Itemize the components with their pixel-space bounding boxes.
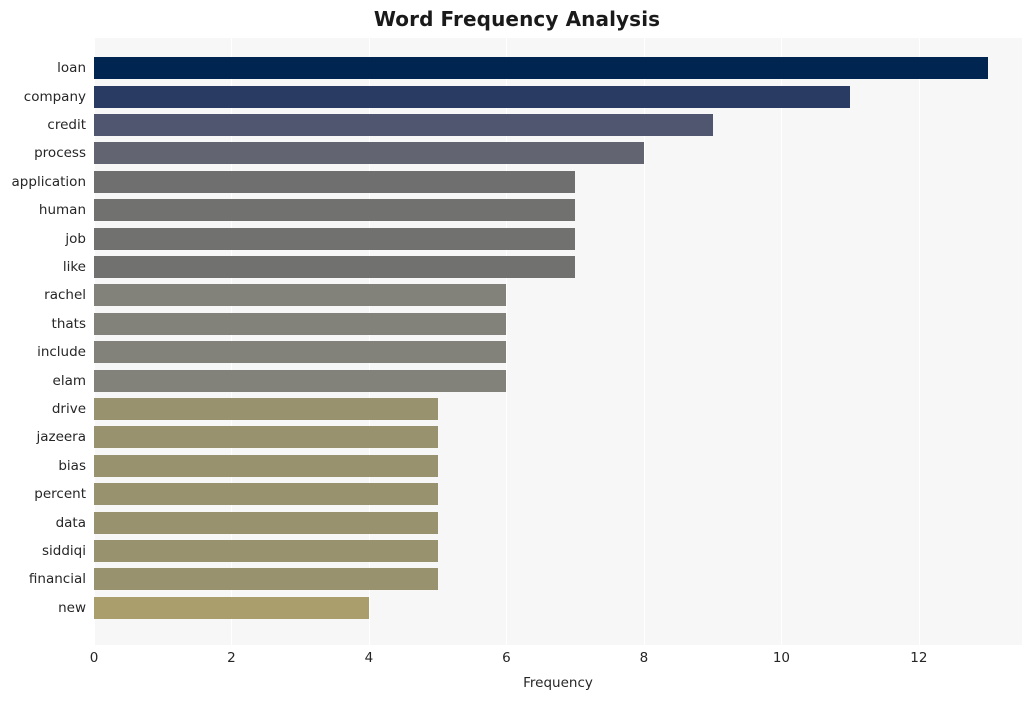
bar-fill [94,483,438,506]
y-tick-label-data: data [55,514,86,531]
bar-fill [94,57,988,80]
bar-drive[interactable] [94,397,438,420]
bar-fill [94,227,576,250]
y-tick-label-include: include [37,344,86,361]
y-tick-label-loan: loan [57,60,86,77]
bar-application[interactable] [94,170,576,193]
bar-siddiqi[interactable] [94,539,438,562]
bar-fill [94,511,438,534]
x-tick-label-6: 6 [502,650,511,666]
bar-fill [94,454,438,477]
x-tick-label-2: 2 [227,650,236,666]
bar-fill [94,341,507,364]
bar-company[interactable] [94,85,851,108]
x-tick-label-0: 0 [89,650,99,666]
y-tick-label-thats: thats [51,315,86,332]
bar-human[interactable] [94,199,576,222]
bar-fill [94,170,576,193]
bar-bias[interactable] [94,454,438,477]
bar-fill [94,539,438,562]
bar-like[interactable] [94,256,576,279]
bar-new[interactable] [94,596,369,619]
y-tick-label-human: human [38,202,86,219]
bar-fill [94,199,576,222]
chart-figure: Word Frequency Analysis loan company credi… [0,0,1034,701]
bar-fill [94,596,369,619]
y-tick-label-financial: financial [28,571,86,588]
bar-job[interactable] [94,227,576,250]
bar-data[interactable] [94,511,438,534]
bar-fill [94,312,507,335]
bar-percent[interactable] [94,483,438,506]
bar-credit[interactable] [94,114,713,137]
bar-financial[interactable] [94,568,438,591]
x-axis-tick-labels: 0 2 4 6 8 10 12 [0,648,1034,670]
y-tick-label-new: new [58,599,86,616]
y-tick-label-bias: bias [58,457,86,474]
y-tick-label-rachel: rachel [44,287,86,304]
bar-process[interactable] [94,142,644,165]
y-tick-label-percent: percent [34,486,86,503]
y-tick-label-siddiqi: siddiqi [42,542,86,559]
bar-fill [94,256,576,279]
y-tick-label-jazeera: jazeera [36,429,86,446]
bar-fill [94,397,438,420]
plot-area [94,38,1022,645]
bars-container [94,38,1022,645]
bar-fill [94,426,438,449]
x-tick-label-10: 10 [772,650,790,666]
x-tick-label-12: 12 [910,650,928,666]
y-tick-label-drive: drive [51,400,86,417]
chart-title: Word Frequency Analysis [373,7,661,31]
y-tick-label-like: like [62,259,86,276]
y-axis-tick-labels: loan company credit process application human… [0,38,86,645]
y-tick-label-credit: credit [47,117,86,134]
x-axis-title: Frequency [523,675,593,691]
bar-thats[interactable] [94,312,507,335]
bar-jazeera[interactable] [94,426,438,449]
bar-elam[interactable] [94,369,507,392]
bar-fill [94,369,507,392]
bar-loan[interactable] [94,57,988,80]
x-tick-label-4: 4 [364,650,374,666]
bar-rachel[interactable] [94,284,507,307]
bar-fill [94,85,851,108]
bar-fill [94,284,507,307]
bar-fill [94,114,713,137]
y-tick-label-job: job [65,230,86,247]
x-tick-label-8: 8 [639,650,649,666]
y-tick-label-company: company [23,88,86,105]
y-tick-label-process: process [34,145,86,162]
bar-fill [94,142,644,165]
bar-include[interactable] [94,341,507,364]
bar-fill [94,568,438,591]
y-tick-label-elam: elam [52,372,86,389]
y-tick-label-application: application [11,173,86,190]
